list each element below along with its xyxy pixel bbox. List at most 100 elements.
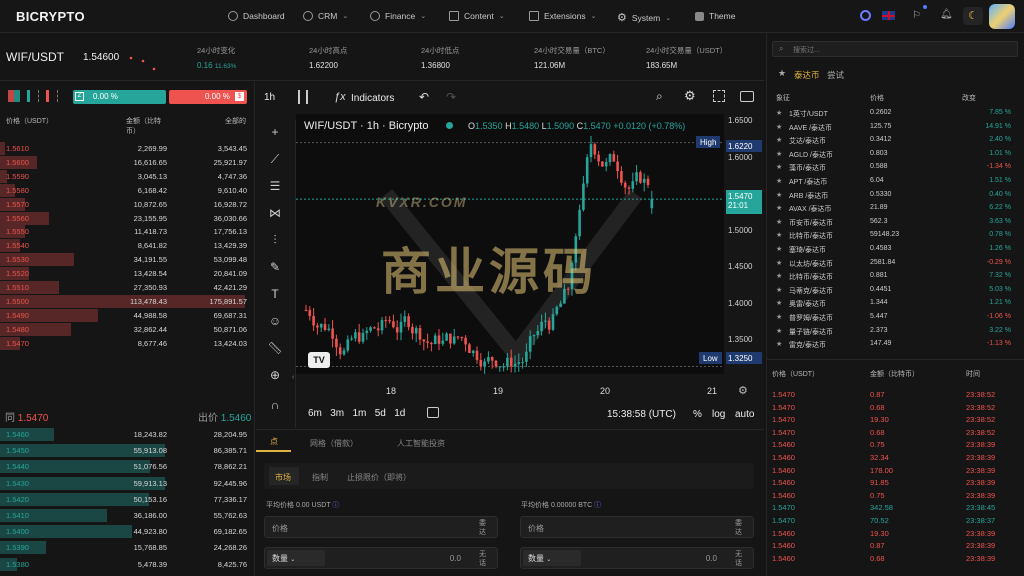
market-row[interactable]: ★ 雷克/泰达币 147.49 -1.13 % — [767, 338, 1024, 352]
market-row[interactable]: ★ 奥雷/泰达币 1.344 1.21 % — [767, 297, 1024, 311]
tab-try[interactable]: 尝试 — [827, 69, 844, 81]
zoom-in-icon[interactable]: ⊕ — [266, 368, 284, 384]
ask-row[interactable]: 1.5540 8,641.82 13,429.39 — [0, 239, 255, 253]
col-header-symbol[interactable]: 象征 — [776, 93, 790, 103]
market-row[interactable]: ★ 量子链/泰达币 2.373 3.22 % — [767, 325, 1024, 339]
brush-icon[interactable]: ✎ — [266, 260, 284, 276]
order-type-market[interactable]: 市场 — [269, 467, 299, 485]
sell-price-input[interactable]: 价格 委达 — [520, 516, 754, 538]
settings-gear-icon[interactable]: ⚙ — [684, 88, 696, 104]
nav-dashboard[interactable]: Dashboard — [228, 11, 285, 21]
axis-settings-icon[interactable]: ⚙ — [738, 384, 748, 397]
bid-row[interactable]: 1.5450 55,913.08 86,385.71 — [0, 444, 255, 458]
market-row[interactable]: ★ 艾达/泰达币 0.3412 2.40 % — [767, 134, 1024, 148]
star-icon[interactable]: ★ — [776, 191, 782, 199]
market-row[interactable]: ★ 以太坊/泰达币 2581.84 -0.29 % — [767, 257, 1024, 271]
moon-icon[interactable]: ☾ — [963, 7, 983, 25]
star-icon[interactable]: ★ — [776, 163, 782, 171]
star-icon[interactable]: ★ — [776, 272, 782, 280]
star-icon[interactable]: ★ — [776, 109, 782, 117]
sell-qty-select[interactable]: 数量 ⌄ — [523, 550, 581, 566]
market-row[interactable]: ★ 1英寸/USDT 0.2602 7.85 % — [767, 107, 1024, 121]
fullscreen-icon[interactable] — [713, 90, 725, 102]
brand-logo[interactable]: BICRYPTO — [16, 9, 85, 24]
nav-crm[interactable]: CRM ⌄ — [303, 11, 348, 21]
ask-row[interactable]: 1.5510 27,350.93 42,421.29 — [0, 281, 255, 294]
bell-icon[interactable]: 🔔︎ — [940, 9, 953, 20]
market-row[interactable]: ★ AAVE /泰达币 125.75 14.91 % — [767, 121, 1024, 135]
flag-icon[interactable]: ⚐ — [912, 10, 921, 21]
text-tool-icon[interactable]: T — [266, 287, 284, 303]
ask-row[interactable]: 1.5490 44,988.58 69,687.31 — [0, 308, 255, 322]
trend-line-icon[interactable]: ⟋ — [266, 152, 284, 168]
undo-icon[interactable]: ↶ — [419, 90, 429, 104]
tab-grid[interactable]: 网格（借款） — [310, 438, 358, 449]
zoom-search-icon[interactable]: ⌕ — [656, 89, 663, 104]
avatar[interactable] — [989, 4, 1015, 29]
star-icon[interactable]: ★ — [778, 68, 786, 79]
star-icon[interactable]: ★ — [776, 340, 782, 348]
interval-button[interactable]: 1h — [264, 92, 275, 103]
pattern-icon[interactable]: ⋈ — [266, 206, 284, 222]
pair-name[interactable]: WIF/USDT — [6, 50, 64, 64]
market-row[interactable]: ★ 比特币/泰达币 0.881 7.32 % — [767, 270, 1024, 284]
market-row[interactable]: ★ AGLD /泰达币 0.803 1.01 % — [767, 148, 1024, 162]
star-icon[interactable]: ★ — [776, 313, 782, 321]
market-row[interactable]: ★ 藻币/泰达币 0.588 -1.34 % — [767, 161, 1024, 175]
star-icon[interactable]: ★ — [776, 150, 782, 158]
ask-row[interactable]: 1.5500 113,478.43 175,891.57 — [0, 294, 255, 308]
nav-extensions[interactable]: Extensions ⌄ — [529, 11, 596, 21]
ask-row[interactable]: 1.5470 8,677.46 13,424.03 — [0, 336, 255, 350]
auto-toggle[interactable]: auto — [735, 409, 754, 420]
magnet-icon[interactable]: ∩ — [266, 398, 284, 414]
tab-ai[interactable]: 人工智能投资 — [397, 438, 445, 449]
tab-usdt[interactable]: 泰达币 — [794, 69, 820, 81]
star-icon[interactable]: ★ — [776, 327, 782, 335]
col-header-change[interactable]: 改变 — [962, 93, 976, 103]
buy-price-input[interactable]: 价格 委达 — [264, 516, 498, 538]
ask-row[interactable]: 1.5600 16,616.65 25,921.97 — [0, 155, 255, 169]
bid-row[interactable]: 1.5410 36,186.00 55,762.63 — [0, 509, 255, 522]
range-3m[interactable]: 3m — [330, 408, 344, 419]
nav-finance[interactable]: Finance ⌄ — [370, 11, 426, 21]
function-icon[interactable]: ƒx — [334, 91, 346, 103]
bid-row[interactable]: 1.5400 44,923.80 69,182.65 — [0, 525, 255, 539]
book-view-bids-icon[interactable] — [27, 90, 39, 102]
star-icon[interactable]: ★ — [776, 218, 782, 226]
ask-row[interactable]: 1.5580 6,168.42 9,610.40 — [0, 183, 255, 197]
uk-flag-icon[interactable] — [882, 11, 895, 20]
order-type-limit[interactable]: 指制 — [312, 472, 328, 483]
calendar-icon[interactable] — [427, 407, 439, 418]
camera-icon[interactable] — [740, 91, 754, 102]
ask-row[interactable]: 1.5550 11,418.73 17,756.13 — [0, 225, 255, 239]
star-icon[interactable]: ★ — [776, 259, 782, 267]
range-1m[interactable]: 1m — [353, 408, 367, 419]
emoji-icon[interactable]: ☺ — [266, 314, 284, 330]
nav-content[interactable]: Content ⌄ — [449, 11, 505, 21]
collapse-toolbar-icon[interactable]: ‹ — [292, 374, 294, 381]
star-icon[interactable]: ★ — [776, 299, 782, 307]
market-row[interactable]: ★ 塞琦/泰达币 0.4583 1.26 % — [767, 243, 1024, 257]
ask-row[interactable]: 1.5610 2,269.99 3,543.45 — [0, 142, 255, 155]
star-icon[interactable]: ★ — [776, 136, 782, 144]
range-6m[interactable]: 6m — [308, 408, 322, 419]
crosshair-icon[interactable]: + — [266, 125, 284, 141]
star-icon[interactable]: ★ — [776, 177, 782, 185]
market-row[interactable]: ★ 币安币/泰达币 562.3 3.63 % — [767, 216, 1024, 230]
order-type-stop[interactable]: 止损限价（即将） — [347, 472, 411, 483]
book-view-asks-icon[interactable] — [46, 90, 58, 102]
horizontal-lines-icon[interactable]: ☰ — [266, 179, 284, 195]
book-view-both-icon[interactable] — [8, 90, 20, 102]
market-row[interactable]: ★ AVAX /泰达币 21.89 6.22 % — [767, 202, 1024, 216]
col-header-price[interactable]: 价格 — [870, 93, 884, 103]
market-search-input[interactable]: ⌕ 搜索过... — [772, 41, 1018, 57]
bid-row[interactable]: 1.5420 50,153.16 77,336.17 — [0, 492, 255, 506]
ask-row[interactable]: 1.5530 34,191.55 53,099.48 — [0, 253, 255, 267]
star-icon[interactable]: ★ — [776, 286, 782, 294]
range-5d[interactable]: 5d — [375, 408, 386, 419]
star-icon[interactable]: ★ — [776, 245, 782, 253]
nav-theme[interactable]: Theme — [695, 11, 735, 21]
star-icon[interactable]: ★ — [776, 204, 782, 212]
ask-row[interactable]: 1.5590 3,045.13 4,747.36 — [0, 169, 255, 183]
nav-system[interactable]: ⚙ System ⌄ — [617, 11, 671, 24]
